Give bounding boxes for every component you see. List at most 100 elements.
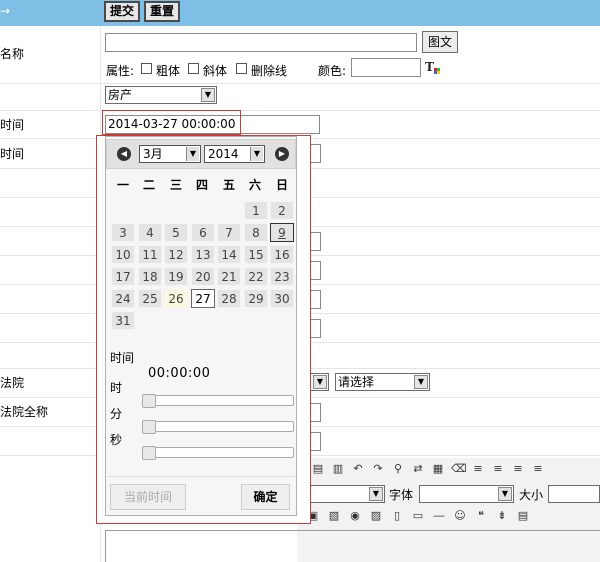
font-select[interactable]: ▼	[419, 485, 514, 503]
minute-slider-handle[interactable]	[142, 420, 156, 434]
editor-toolbar-row-1: ▤ ▥ ↶ ↷ ⚲ ⇄ ▦ ⌫ ≡ ≡ ≡ ≡	[311, 462, 600, 478]
strike-checkbox[interactable]	[236, 63, 247, 74]
hour-slider-handle[interactable]	[142, 394, 156, 408]
file-icon[interactable]: ▨	[369, 509, 383, 523]
day-cell[interactable]: 12	[164, 245, 188, 264]
source-icon[interactable]: ▤	[516, 509, 530, 523]
replace-icon[interactable]: ⇄	[411, 462, 425, 476]
day-cell[interactable]: 10	[111, 245, 135, 264]
editor-toolbar-row-3: ▣ ▧ ◉ ▨ ▯ ▭ ― ☺ ❝ ⇟ ▤	[306, 509, 600, 525]
name-input[interactable]	[105, 33, 417, 52]
year-value: 2014	[208, 147, 239, 161]
datetime-input-highlight	[102, 110, 241, 135]
month-select[interactable]: 3月 ▼	[139, 145, 201, 163]
second-slider[interactable]	[142, 447, 294, 458]
day-cell[interactable]: 23	[270, 267, 294, 286]
day-cell[interactable]: 28	[217, 289, 241, 308]
redo-icon[interactable]: ↷	[371, 462, 385, 476]
row-divider	[0, 110, 600, 111]
category-select-value: 房产	[108, 88, 133, 102]
day-cell[interactable]: 7	[217, 223, 241, 242]
hr-icon[interactable]: ―	[432, 509, 446, 523]
hour-slider[interactable]	[142, 395, 294, 406]
find-icon[interactable]: ⚲	[391, 462, 405, 476]
day-cell[interactable]: 24	[111, 289, 135, 308]
category-select[interactable]: 房产 ▼	[105, 86, 217, 104]
paste-word-icon[interactable]: ▥	[331, 462, 345, 476]
bold-checkbox[interactable]	[141, 63, 152, 74]
size-select[interactable]	[548, 485, 600, 503]
day-cell[interactable]: 5	[164, 223, 188, 242]
ok-button[interactable]: 确定	[241, 484, 290, 510]
quote-icon[interactable]: ❝	[474, 509, 488, 523]
text-color-icon[interactable]: T	[425, 60, 441, 76]
new-page-icon[interactable]: ▯	[390, 509, 404, 523]
second-slider-handle[interactable]	[142, 446, 156, 460]
day-cell[interactable]: 20	[191, 267, 215, 286]
day-cell[interactable]: 19	[164, 267, 188, 286]
day-cell[interactable]: 1	[244, 201, 268, 220]
day-cell[interactable]: 11	[138, 245, 162, 264]
align-left-icon[interactable]: ≡	[471, 462, 485, 476]
day-cell[interactable]: 27	[191, 289, 215, 308]
time-label: 时间	[110, 351, 135, 365]
day-cell[interactable]: 21	[217, 267, 241, 286]
day-cell[interactable]: 22	[244, 267, 268, 286]
align-justify-icon[interactable]: ≡	[531, 462, 545, 476]
submit-button[interactable]: 提交	[104, 1, 140, 22]
day-cell[interactable]: 18	[138, 267, 162, 286]
day-cell[interactable]: 8	[244, 223, 268, 242]
hour-label: 时	[110, 381, 123, 395]
italic-label: 斜体	[203, 64, 228, 78]
day-cell[interactable]: 2	[270, 201, 294, 220]
font-label: 字体	[389, 488, 414, 502]
italic-checkbox[interactable]	[188, 63, 199, 74]
chevron-down-icon: ▼	[313, 375, 327, 389]
size-label: 大小	[519, 488, 544, 502]
reset-button[interactable]: 重置	[144, 1, 180, 22]
day-cell[interactable]: 25	[138, 289, 162, 308]
table-icon[interactable]: ▭	[411, 509, 425, 523]
label-time: 时间	[0, 118, 25, 132]
day-cell[interactable]: 3	[111, 223, 135, 242]
strike-label: 删除线	[251, 64, 288, 78]
day-cell[interactable]: 9	[270, 223, 294, 242]
color-input[interactable]	[351, 58, 421, 77]
chevron-down-icon: ▼	[498, 487, 512, 501]
select-all-icon[interactable]: ▦	[431, 462, 445, 476]
emoticon-icon[interactable]: ☺	[453, 509, 467, 523]
day-cell[interactable]: 30	[270, 289, 294, 308]
prev-month-icon[interactable]: ◀	[117, 147, 131, 161]
day-cell[interactable]: 16	[270, 245, 294, 264]
top-toolbar: →	[0, 0, 600, 26]
image-text-button[interactable]: 图文	[422, 31, 458, 53]
minute-slider[interactable]	[142, 421, 294, 432]
align-right-icon[interactable]: ≡	[511, 462, 525, 476]
media-icon[interactable]: ◉	[348, 509, 362, 523]
day-cell[interactable]: 29	[244, 289, 268, 308]
day-cell[interactable]: 6	[191, 223, 215, 242]
day-cell[interactable]: 15	[244, 245, 268, 264]
datepicker-divider	[108, 476, 295, 477]
day-cell[interactable]: 17	[111, 267, 135, 286]
day-cell[interactable]: 26	[164, 289, 188, 308]
day-cell[interactable]: 13	[191, 245, 215, 264]
next-month-icon[interactable]: ▶	[275, 147, 289, 161]
now-button[interactable]: 当前时间	[110, 484, 186, 510]
day-cell[interactable]: 4	[138, 223, 162, 242]
court-select-2[interactable]: 请选择 ▼	[335, 373, 430, 391]
page-break-icon[interactable]: ⇟	[495, 509, 509, 523]
undo-icon[interactable]: ↶	[351, 462, 365, 476]
day-cell[interactable]: 31	[111, 311, 135, 330]
label-time-2: 时间	[0, 147, 25, 161]
second-label: 秒	[110, 433, 123, 447]
bold-label: 粗体	[156, 64, 181, 78]
eraser-icon[interactable]: ⌫	[451, 462, 467, 476]
day-cell[interactable]: 14	[217, 245, 241, 264]
row-divider	[0, 83, 600, 84]
paste-icon[interactable]: ▤	[311, 462, 325, 476]
align-center-icon[interactable]: ≡	[491, 462, 505, 476]
year-select[interactable]: 2014 ▼	[204, 145, 265, 163]
flash-icon[interactable]: ▧	[327, 509, 341, 523]
weekday-label: 一	[116, 178, 129, 192]
